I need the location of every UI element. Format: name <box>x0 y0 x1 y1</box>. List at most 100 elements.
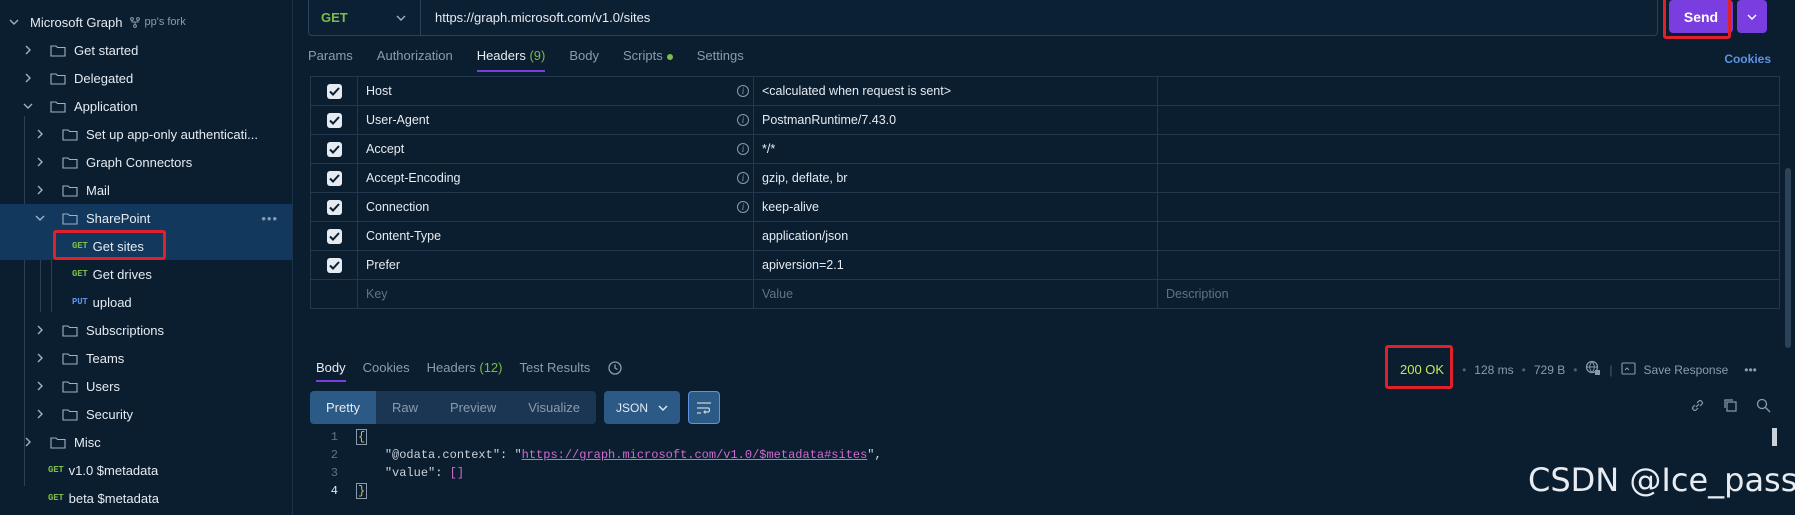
search-icon[interactable] <box>1756 398 1771 416</box>
chevron-down-icon[interactable] <box>22 100 34 112</box>
folder-application[interactable]: Application <box>0 92 292 120</box>
chevron-right-icon[interactable] <box>22 44 34 56</box>
folder-teams[interactable]: Teams <box>0 344 292 372</box>
header-value[interactable]: apiversion=2.1 <box>762 258 844 272</box>
folder-delegated[interactable]: Delegated <box>0 64 292 92</box>
header-value[interactable]: <calculated when request is sent> <box>762 84 951 98</box>
folder-mail[interactable]: Mail <box>0 176 292 204</box>
header-description[interactable] <box>1158 164 1779 192</box>
response-time[interactable]: 128 ms <box>1474 363 1513 377</box>
chevron-right-icon[interactable] <box>34 380 46 392</box>
info-icon[interactable]: i <box>737 172 749 184</box>
tab-params[interactable]: Params <box>308 48 353 72</box>
header-key[interactable]: Content-Type <box>366 229 441 243</box>
tab-response-cookies[interactable]: Cookies <box>363 360 410 382</box>
network-icon[interactable] <box>1585 360 1601 379</box>
scrollbar[interactable] <box>1785 168 1791 348</box>
tab-test-results[interactable]: Test Results <box>520 360 591 382</box>
tab-response-headers[interactable]: Headers (12) <box>427 360 503 382</box>
header-checkbox[interactable] <box>326 141 342 157</box>
folder-subscriptions[interactable]: Subscriptions <box>0 316 292 344</box>
format-select[interactable]: JSON <box>604 391 681 424</box>
info-icon[interactable]: i <box>737 114 749 126</box>
folder-sharepoint[interactable]: SharePoint ••• <box>0 204 292 232</box>
header-value[interactable]: PostmanRuntime/7.43.0 <box>762 113 896 127</box>
header-value[interactable]: gzip, deflate, br <box>762 171 847 185</box>
header-value[interactable]: keep-alive <box>762 200 819 214</box>
info-icon[interactable]: i <box>737 143 749 155</box>
request-get-drives[interactable]: GET Get drives <box>0 260 292 288</box>
tab-settings[interactable]: Settings <box>697 48 744 72</box>
chevron-right-icon[interactable] <box>22 72 34 84</box>
value-placeholder[interactable]: Value <box>754 280 1158 308</box>
header-description[interactable] <box>1158 222 1779 250</box>
header-checkbox[interactable] <box>326 112 342 128</box>
chevron-down-icon[interactable] <box>8 16 20 28</box>
header-description[interactable] <box>1158 193 1779 221</box>
header-value[interactable]: application/json <box>762 229 848 243</box>
chevron-right-icon[interactable] <box>34 128 46 140</box>
response-body[interactable]: 1 { 2 "@odata.context": " https://graph.m… <box>324 428 882 500</box>
response-size[interactable]: 729 B <box>1534 363 1565 377</box>
header-key[interactable]: Prefer <box>366 258 400 272</box>
tab-authorization[interactable]: Authorization <box>377 48 453 72</box>
info-icon[interactable]: i <box>737 85 749 97</box>
header-key[interactable]: Host <box>366 84 392 98</box>
view-visualize[interactable]: Visualize <box>512 391 596 424</box>
send-options-button[interactable] <box>1737 0 1767 33</box>
header-key[interactable]: Accept-Encoding <box>366 171 461 185</box>
tab-body[interactable]: Body <box>569 48 599 72</box>
header-key[interactable]: Accept <box>366 142 404 156</box>
folder-graph-connectors[interactable]: Graph Connectors <box>0 148 292 176</box>
header-description[interactable] <box>1158 251 1779 279</box>
header-key[interactable]: User-Agent <box>366 113 429 127</box>
wrap-lines-button[interactable] <box>688 391 721 424</box>
header-checkbox[interactable] <box>326 199 342 215</box>
folder-users[interactable]: Users <box>0 372 292 400</box>
header-description[interactable] <box>1158 135 1779 163</box>
json-link[interactable]: https://graph.microsoft.com/v1.0/$metada… <box>522 448 868 462</box>
folder-security[interactable]: Security <box>0 400 292 428</box>
history-icon[interactable] <box>607 360 623 382</box>
request-beta-metadata[interactable]: GET beta $metadata <box>0 484 292 512</box>
tab-headers[interactable]: Headers (9) <box>476 48 546 72</box>
more-options-icon[interactable]: ••• <box>1744 363 1757 377</box>
view-pretty[interactable]: Pretty <box>310 391 376 424</box>
header-checkbox[interactable] <box>326 228 342 244</box>
chevron-right-icon[interactable] <box>34 352 46 364</box>
header-description[interactable] <box>1158 106 1779 134</box>
chevron-right-icon[interactable] <box>34 408 46 420</box>
chevron-right-icon[interactable] <box>34 324 46 336</box>
header-checkbox[interactable] <box>326 257 342 273</box>
description-placeholder[interactable]: Description <box>1158 280 1779 308</box>
url-input[interactable]: https://graph.microsoft.com/v1.0/sites <box>421 10 650 25</box>
header-value[interactable]: */* <box>762 142 775 156</box>
view-raw[interactable]: Raw <box>376 391 434 424</box>
request-v1-metadata[interactable]: GET v1.0 $metadata <box>0 456 292 484</box>
view-preview[interactable]: Preview <box>434 391 512 424</box>
chevron-right-icon[interactable] <box>34 184 46 196</box>
method-select[interactable]: GET <box>309 0 421 35</box>
header-checkbox[interactable] <box>326 170 342 186</box>
key-placeholder[interactable]: Key <box>358 280 754 308</box>
tab-scripts[interactable]: Scripts <box>623 48 673 72</box>
cookies-link[interactable]: Cookies <box>1724 52 1771 66</box>
collection-microsoft-graph[interactable]: Microsoft Graph pp's fork <box>0 8 292 36</box>
chevron-right-icon[interactable] <box>22 436 34 448</box>
chevron-down-icon[interactable] <box>34 212 46 224</box>
folder-get-started[interactable]: Get started <box>0 36 292 64</box>
header-description[interactable] <box>1158 77 1779 105</box>
copy-icon[interactable] <box>1723 398 1738 416</box>
info-icon[interactable]: i <box>737 201 749 213</box>
folder-misc[interactable]: Misc <box>0 428 292 456</box>
chevron-right-icon[interactable] <box>34 156 46 168</box>
tab-response-body[interactable]: Body <box>316 360 346 382</box>
link-icon[interactable] <box>1690 398 1705 416</box>
header-key[interactable]: Connection <box>366 200 429 214</box>
save-response-button[interactable]: Save Response <box>1644 363 1729 377</box>
folder-set-up-app-only[interactable]: Set up app-only authenticati... <box>0 120 292 148</box>
more-options-icon[interactable]: ••• <box>261 211 278 226</box>
header-checkbox[interactable] <box>326 83 342 99</box>
request-upload[interactable]: PUT upload <box>0 288 292 316</box>
scrollbar[interactable] <box>1772 428 1777 446</box>
